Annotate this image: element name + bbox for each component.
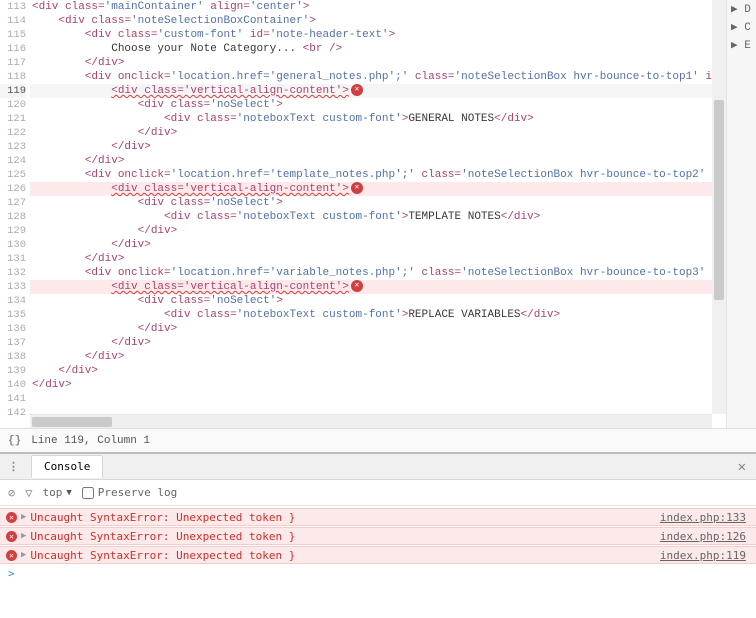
filter-icon[interactable]: ▽ bbox=[25, 486, 32, 500]
code-line[interactable]: <div class='noteboxText custom-font'>GEN… bbox=[30, 112, 756, 126]
horizontal-scrollbar[interactable] bbox=[30, 414, 712, 428]
code-line[interactable]: </div> bbox=[30, 322, 756, 336]
status-bar: {} Line 119, Column 1 bbox=[0, 428, 756, 452]
preserve-log-checkbox[interactable] bbox=[82, 487, 94, 499]
code-line[interactable]: </div> bbox=[30, 336, 756, 350]
code-line[interactable]: <div class='vertical-align-content'>✕ bbox=[30, 84, 756, 98]
console-error-row[interactable]: ✕ ▶ Uncaught SyntaxError: Unexpected token… bbox=[0, 527, 756, 545]
code-line[interactable]: </div> bbox=[30, 224, 756, 238]
code-area[interactable]: <div class='mainContainer' align='center… bbox=[30, 0, 756, 428]
code-line[interactable]: </div> bbox=[30, 140, 756, 154]
vscroll-thumb[interactable] bbox=[714, 100, 724, 300]
code-line[interactable]: <div class='custom-font' id='note-header… bbox=[30, 28, 756, 42]
expand-icon[interactable]: ▶ bbox=[21, 512, 26, 522]
more-icon[interactable]: ⋮ bbox=[0, 460, 27, 473]
status-text: Line 119, Column 1 bbox=[31, 435, 150, 447]
console-tab[interactable]: Console bbox=[31, 455, 103, 478]
clear-console-icon[interactable]: ⊘ bbox=[8, 486, 15, 500]
chevron-down-icon: ▼ bbox=[66, 488, 71, 498]
code-line[interactable]: <div onclick='location.href='template_no… bbox=[30, 168, 756, 182]
code-line[interactable]: </div> bbox=[30, 252, 756, 266]
expand-icon[interactable]: ▶ bbox=[21, 531, 26, 541]
context-value: top bbox=[42, 486, 62, 499]
error-icon: ✕ bbox=[6, 550, 17, 561]
code-line[interactable]: </div> bbox=[30, 56, 756, 70]
code-line[interactable]: <div class='noteSelectionBoxContainer'> bbox=[30, 14, 756, 28]
code-line[interactable]: </div> bbox=[30, 126, 756, 140]
error-source-link[interactable]: index.php:133 bbox=[660, 511, 746, 524]
code-line[interactable]: <div onclick='location.href='general_not… bbox=[30, 70, 756, 84]
code-line[interactable]: <div onclick='location.href='variable_no… bbox=[30, 266, 756, 280]
code-line[interactable]: Choose your Note Category... <br /> bbox=[30, 42, 756, 56]
code-line[interactable]: <div class='vertical-align-content'>✕ bbox=[30, 182, 756, 196]
error-source-link[interactable]: index.php:126 bbox=[660, 530, 746, 543]
error-source-link[interactable]: index.php:119 bbox=[660, 549, 746, 562]
code-editor[interactable]: 1131141151161171181191201211221231241251… bbox=[0, 0, 756, 428]
error-badge-icon: ✕ bbox=[351, 182, 363, 194]
code-line[interactable]: <div class='vertical-align-content'>✕ bbox=[30, 280, 756, 294]
code-line[interactable]: <div class='noteboxText custom-font'>REP… bbox=[30, 308, 756, 322]
code-line[interactable]: </div> bbox=[30, 364, 756, 378]
console-panel: ⋮ Console ✕ ⊘ ▽ top ▼ Preserve log ✕ ▶ Unc… bbox=[0, 452, 756, 618]
braces-icon[interactable]: {} bbox=[8, 435, 21, 447]
error-icon: ✕ bbox=[6, 531, 17, 542]
console-error-row[interactable]: ✕ ▶ Uncaught SyntaxError: Unexpected token… bbox=[0, 508, 756, 526]
code-line[interactable]: </div> bbox=[30, 350, 756, 364]
code-line[interactable]: <div class='noSelect'> bbox=[30, 98, 756, 112]
code-line[interactable]: <div class='noSelect'> bbox=[30, 196, 756, 210]
code-line[interactable]: <div class='mainContainer' align='center… bbox=[30, 0, 756, 14]
code-line[interactable] bbox=[30, 392, 756, 406]
console-toolbar: ⊘ ▽ top ▼ Preserve log bbox=[0, 480, 756, 506]
side-panel-crumbs[interactable]: ▶ D ▶ C ▶ E bbox=[726, 0, 756, 428]
console-error-row[interactable]: ✕ ▶ Uncaught SyntaxError: Unexpected token… bbox=[0, 546, 756, 564]
error-badge-icon: ✕ bbox=[351, 84, 363, 96]
line-gutter[interactable]: 1131141151161171181191201211221231241251… bbox=[0, 0, 30, 428]
crumb-2[interactable]: ▶ C bbox=[727, 18, 756, 36]
crumb-3[interactable]: ▶ E bbox=[727, 36, 756, 54]
error-message: Uncaught SyntaxError: Unexpected token } bbox=[30, 530, 295, 543]
context-dropdown[interactable]: top ▼ bbox=[42, 486, 71, 499]
error-message: Uncaught SyntaxError: Unexpected token } bbox=[30, 549, 295, 562]
code-line[interactable]: <div class='noteboxText custom-font'>TEM… bbox=[30, 210, 756, 224]
console-tabs: ⋮ Console ✕ bbox=[0, 454, 756, 480]
error-icon: ✕ bbox=[6, 512, 17, 523]
close-panel-icon[interactable]: ✕ bbox=[728, 459, 756, 475]
console-prompt[interactable]: > bbox=[0, 565, 756, 582]
preserve-log-text: Preserve log bbox=[98, 486, 177, 499]
preserve-log-label[interactable]: Preserve log bbox=[82, 486, 177, 499]
code-line[interactable]: </div> bbox=[30, 154, 756, 168]
crumb-1[interactable]: ▶ D bbox=[727, 0, 756, 18]
code-line[interactable]: <div class='noSelect'> bbox=[30, 294, 756, 308]
hscroll-thumb[interactable] bbox=[32, 417, 112, 427]
code-line[interactable]: </div> bbox=[30, 238, 756, 252]
console-body[interactable]: ✕ ▶ Uncaught SyntaxError: Unexpected token… bbox=[0, 506, 756, 584]
code-line[interactable]: </div> bbox=[30, 378, 756, 392]
error-message: Uncaught SyntaxError: Unexpected token } bbox=[30, 511, 295, 524]
error-badge-icon: ✕ bbox=[351, 280, 363, 292]
expand-icon[interactable]: ▶ bbox=[21, 550, 26, 560]
vertical-scrollbar[interactable] bbox=[712, 0, 726, 414]
